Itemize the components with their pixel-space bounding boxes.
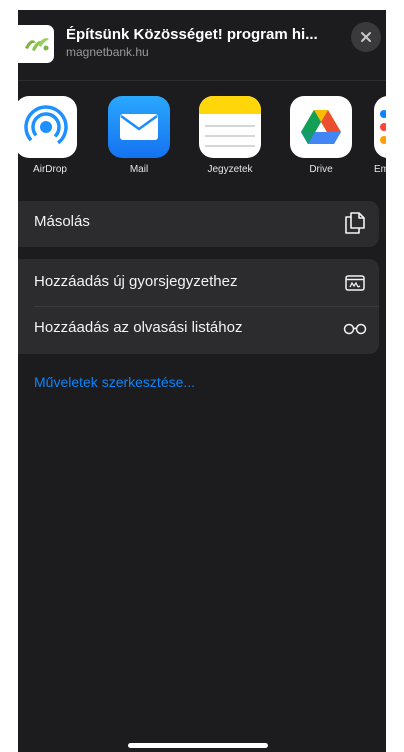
quick-note-label: Hozzáadás új gyorsjegyzethez bbox=[34, 273, 238, 290]
share-app-reminders[interactable]: Eml bbox=[374, 96, 386, 175]
share-header: Építsünk Közösséget! program hi... magne… bbox=[18, 10, 386, 80]
glasses-icon bbox=[343, 317, 367, 341]
notes-icon bbox=[199, 96, 261, 158]
site-logo-icon bbox=[18, 25, 54, 63]
reading-list-action[interactable]: Hozzáadás az olvasási listához bbox=[18, 307, 379, 351]
quick-note-icon bbox=[343, 271, 367, 295]
copy-action-group: Másolás bbox=[18, 201, 379, 247]
header-divider bbox=[18, 80, 386, 81]
drive-icon bbox=[290, 96, 352, 158]
mail-icon bbox=[108, 96, 170, 158]
copy-action[interactable]: Másolás bbox=[18, 201, 379, 245]
app-label-drive: Drive bbox=[309, 164, 333, 175]
app-label-reminders: Eml bbox=[374, 164, 386, 175]
share-app-notes[interactable]: Jegyzetek bbox=[195, 96, 265, 175]
app-share-row: AirDrop Mail Jegyzetek Drive Em bbox=[18, 96, 386, 188]
share-app-airdrop[interactable]: AirDrop bbox=[18, 96, 85, 175]
app-label-airdrop: AirDrop bbox=[33, 164, 67, 175]
close-button[interactable] bbox=[351, 22, 381, 52]
close-icon bbox=[361, 32, 371, 42]
page-title: Építsünk Közösséget! program hi... bbox=[66, 26, 318, 43]
edit-actions-link[interactable]: Műveletek szerkesztése... bbox=[34, 374, 195, 390]
airdrop-icon bbox=[18, 96, 77, 158]
copy-action-label: Másolás bbox=[34, 213, 90, 230]
reading-list-label: Hozzáadás az olvasási listához bbox=[34, 319, 243, 336]
page-domain: magnetbank.hu bbox=[66, 45, 149, 59]
app-label-notes: Jegyzetek bbox=[207, 164, 253, 175]
share-sheet: Építsünk Közösséget! program hi... magne… bbox=[18, 10, 386, 752]
copy-doc-icon bbox=[343, 211, 367, 235]
add-actions-group: Hozzáadás új gyorsjegyzethez Hozzáadás a… bbox=[18, 259, 379, 354]
share-app-drive[interactable]: Drive bbox=[286, 96, 356, 175]
reminders-icon bbox=[374, 96, 386, 158]
share-app-mail[interactable]: Mail bbox=[104, 96, 174, 175]
home-indicator bbox=[128, 743, 268, 748]
app-label-mail: Mail bbox=[129, 164, 149, 175]
quick-note-action[interactable]: Hozzáadás új gyorsjegyzethez bbox=[18, 261, 379, 305]
